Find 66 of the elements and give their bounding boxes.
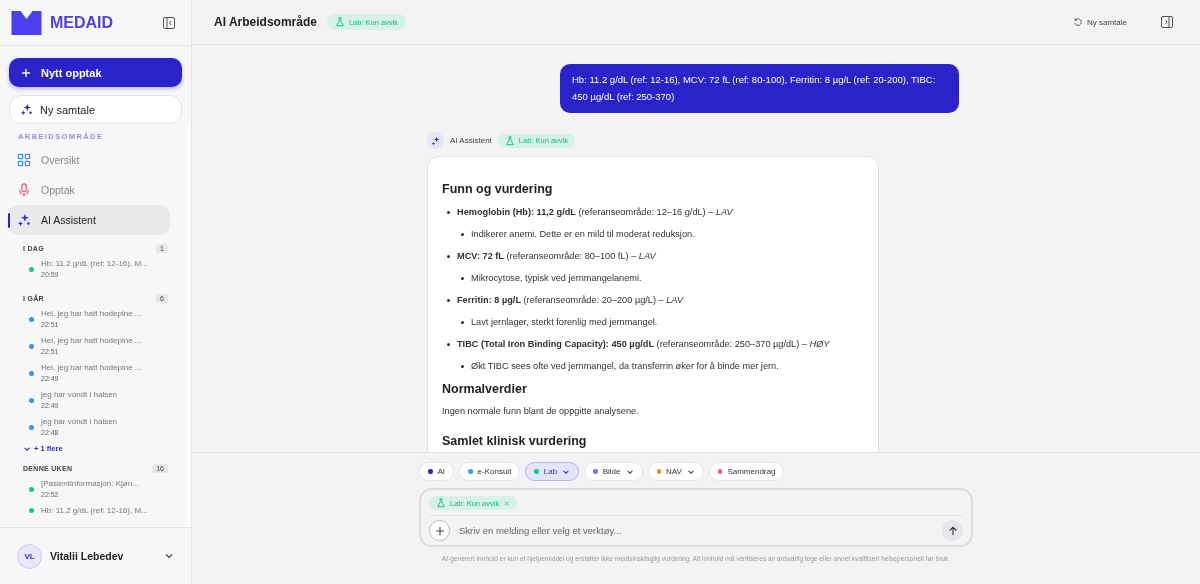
flask-icon [334,17,345,27]
flask-icon [504,135,515,146]
tool-chip[interactable]: e-Konsult [459,462,521,481]
tool-chip[interactable]: NAV [647,462,704,481]
assistant-name: AI Assistent [450,136,492,145]
history-title: jeg har vondt i halsen [41,389,118,400]
history-item[interactable]: Hb: 11.2 g/dL (ref: 12-16), M... [23,505,168,521]
user-avatar[interactable]: VL [17,543,42,569]
collapse-sidebar-icon[interactable] [163,16,175,29]
list-item-text: Indikerer anemi. Dette er en mild til moderat reduksjon. [471,228,695,240]
history-title: [Pasientinformasjon: Kjøn... [41,478,139,489]
list-item-text: TIBC (Total Iron Binding Capacity): 450 µg/dL (referanseområde: 250–370 µg/dL) – HØY [457,338,830,350]
tool-chip[interactable]: AI [419,462,455,481]
flask-icon [436,498,446,508]
bullet-icon [447,342,450,346]
new-chat-button[interactable]: Ny samtale [9,95,182,124]
add-button[interactable] [429,520,450,541]
sparkle-icon [20,103,33,116]
bullet-icon [447,210,450,214]
microphone-icon [17,183,31,197]
assistant-avatar [427,132,444,149]
bullet-icon [447,254,450,258]
bullet-icon [461,364,464,368]
list-item-text: Økt TIBC sees ofte ved jernmangel, da transferrin øker for å binde mer jern. [471,360,779,372]
grid-icon [17,153,31,167]
bullet-icon [447,298,450,302]
section-heading: Samlet klinisk vurdering [442,434,588,448]
history-title: Hb: 11.2 g/dL (ref: 12-16), M... [41,258,148,269]
page-title: AI Arbeidsområde [214,15,317,29]
paragraph: Ingen normale funn blant de oppgitte analysene. [442,406,640,416]
chevron-down-icon[interactable] [164,551,174,561]
user-name: Vitalii Lebedev [50,550,125,562]
new-chat-button[interactable]: Ny samtale [1067,16,1133,28]
nav-item[interactable]: Oversikt [9,145,170,175]
list-item-text: Hemoglobin (Hb): 11,2 g/dL (referanseområde: 12–16 g/dL) – LAV [457,206,733,218]
tool-chip[interactable]: Bilde [584,462,643,481]
history-title: Hei, jeg har hatt hodepine ... [41,362,142,373]
bullet-icon [461,276,464,280]
refresh-icon [1073,17,1083,27]
history-title: Hb: 11.2 g/dL (ref: 12-16), M... [41,505,148,516]
user-message: Hb: 11.2 g/dL (ref: 12-16), MCV: 72 fL (ref: 80-100), Ferritin: 8 µg/L (ref: 20-200), TIBC: 450 µg/dL (ref: 250-370) [560,64,959,113]
logo-icon [11,10,42,35]
history-title: Hei, jeg har hatt hodepine ... [41,335,142,346]
logo-text: MEDAID [50,13,115,32]
arrow-up-icon [947,525,958,536]
nav-item[interactable]: AI Assistent [9,205,170,235]
plus-icon [434,525,445,536]
section-heading: Funn og vurdering [442,182,554,196]
tool-chip[interactable]: Sammendrag [708,462,785,481]
new-recording-button[interactable]: Nytt opptak [9,58,182,87]
section-heading: Normalverdier [442,382,528,396]
nav-item[interactable]: Opptak [9,175,170,205]
bullet-icon [461,320,464,324]
list-item-text: Mikrocytose, typisk ved jernmangelanemi. [471,272,642,284]
list-item-text: Lavt jernlager, sterkt forenlig med jernmangel. [471,316,658,328]
send-button[interactable] [942,520,963,541]
plus-icon [21,67,31,78]
bullet-icon [461,232,464,236]
tool-chip[interactable]: Lab [525,462,580,481]
list-item-text: Ferritin: 8 µg/L (referanseområde: 20–200 µg/L) – LAV [457,294,684,306]
sparkle-icon [17,213,31,227]
history-title: Hei, jeg har hatt hodepine ... [41,308,142,319]
list-item-text: MCV: 72 fL (referanseområde: 80–100 fL) – LAV [457,250,656,262]
message-input[interactable]: Skriv en melding eller velg et verktøy... [457,524,935,537]
history-title: jeg har vondt i halsen [41,416,118,427]
toggle-panel-icon[interactable] [1161,16,1173,28]
